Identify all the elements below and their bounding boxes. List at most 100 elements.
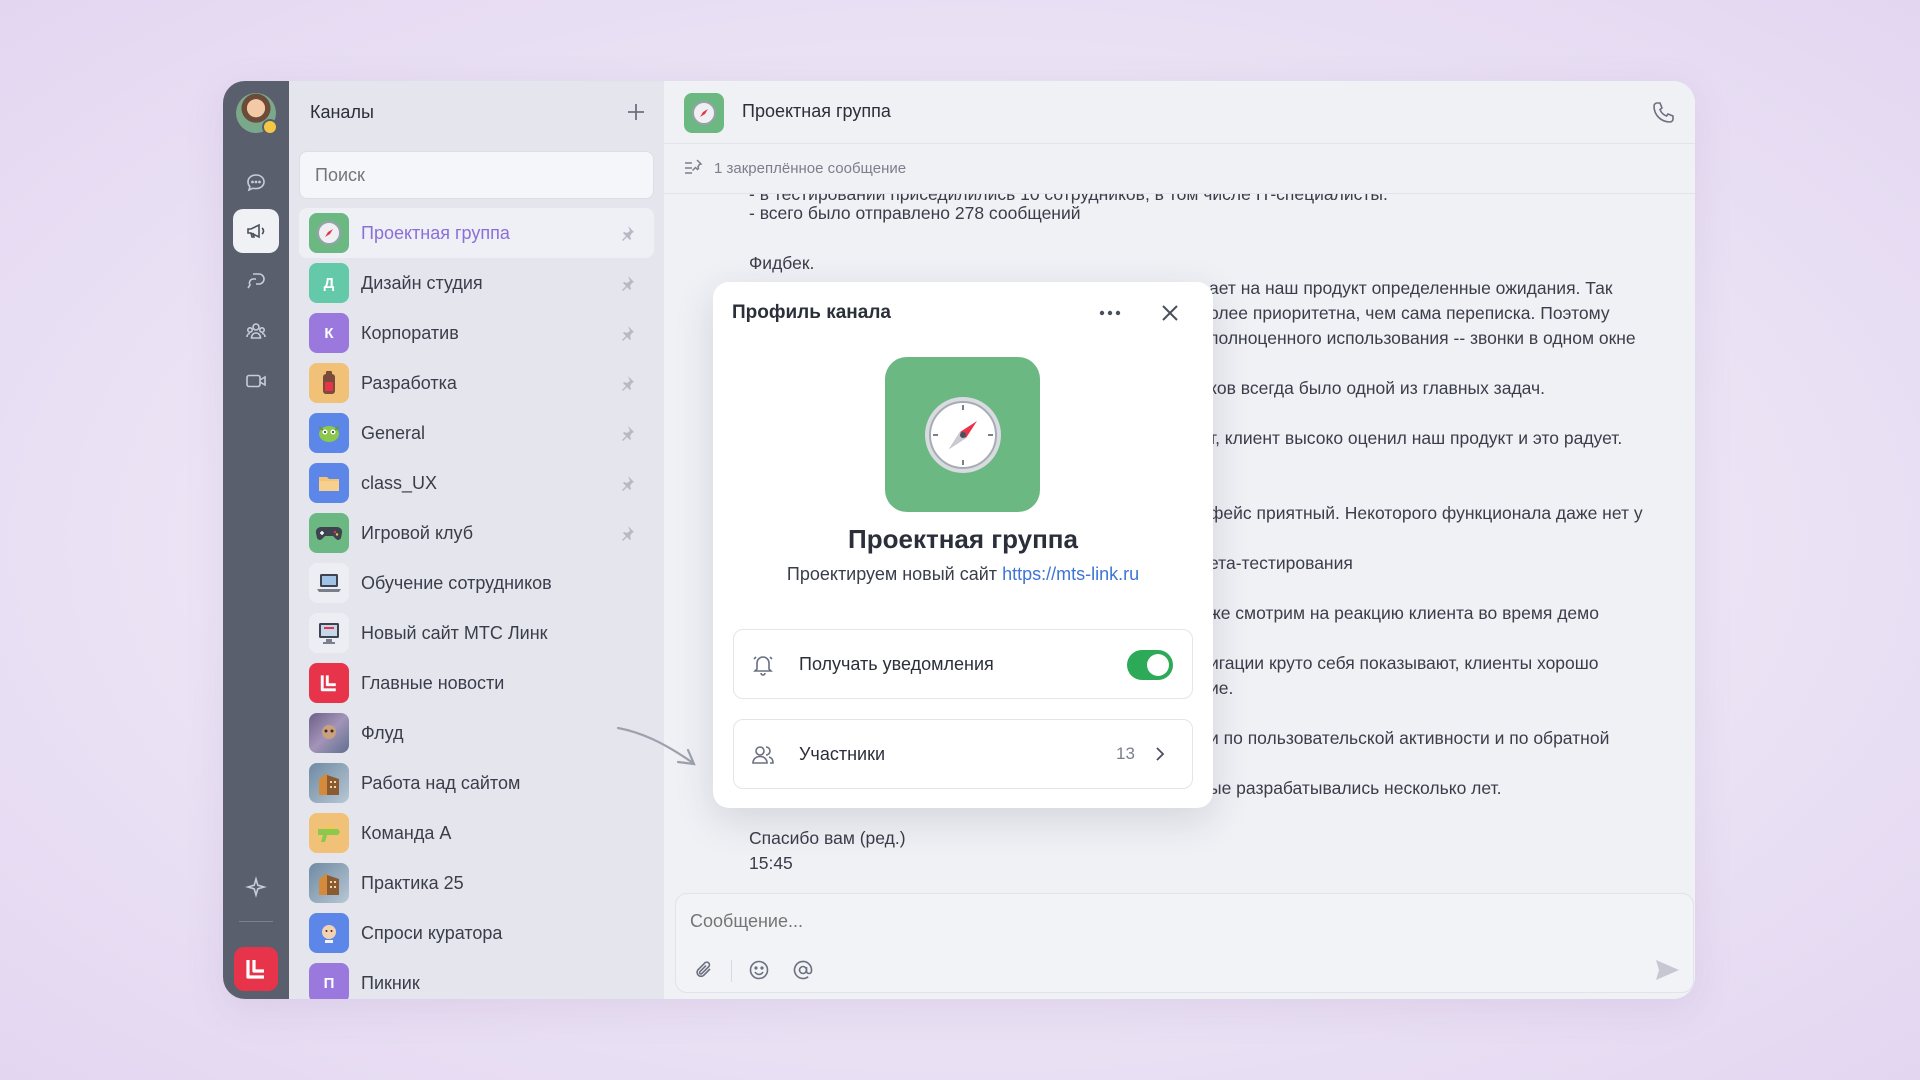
contacts-nav-button[interactable] <box>233 309 279 353</box>
pin-icon <box>622 326 634 341</box>
compass-icon <box>924 396 1001 473</box>
bell-icon <box>753 656 773 676</box>
channels-nav-button[interactable] <box>233 209 279 253</box>
channel-name: Спроси куратора <box>361 922 503 943</box>
pin-icon <box>622 476 634 491</box>
channel-name: Новый сайт МТС Линк <box>361 622 548 643</box>
channel-name: Команда А <box>361 822 452 843</box>
channel-name: Игровой клуб <box>361 522 474 543</box>
channel-item[interactable]: Флуд <box>299 708 654 758</box>
message-line: т, клиент высоко оценил наш продукт и эт… <box>1209 428 1623 448</box>
monster-icon <box>309 413 349 453</box>
meetings-nav-button[interactable] <box>233 359 279 403</box>
pin-icon <box>622 426 634 441</box>
message-line: олее приоритетна, чем сама переписка. По… <box>1209 303 1610 323</box>
channel-name: Работа над сайтом <box>361 772 521 793</box>
mention-button[interactable] <box>789 956 817 984</box>
message-line: ые разрабатывались несколько лет. <box>1209 778 1502 798</box>
threads-nav-button[interactable] <box>233 259 279 303</box>
pin-icon <box>622 276 634 291</box>
attach-button[interactable] <box>690 956 718 984</box>
ai-assistant-button[interactable] <box>233 866 279 910</box>
pinned-message-bar[interactable]: 1 закреплённое сообщение <box>682 157 906 179</box>
channel-item[interactable]: Спроси куратора <box>299 908 654 958</box>
channel-item[interactable]: class_UX <box>299 458 654 508</box>
message-line: Спасибо вам (ред.) <box>749 828 906 848</box>
mts-link-logo[interactable] <box>234 947 278 991</box>
channel-name: Разработка <box>361 372 457 393</box>
gamepad-icon <box>309 513 349 553</box>
members-icon <box>752 746 774 764</box>
more-horizontal-icon <box>1099 310 1121 316</box>
building-icon <box>309 763 349 803</box>
notifications-row[interactable]: Получать уведомления <box>733 629 1193 699</box>
channels-panel: Каналы Проектная группа Д Дизайн студия … <box>289 81 664 999</box>
rail-divider <box>239 921 273 922</box>
channel-name: Проектная группа <box>361 222 510 243</box>
channel-item[interactable]: Главные новости <box>299 658 654 708</box>
message-time: 15:45 <box>749 853 793 873</box>
close-icon <box>1162 305 1178 321</box>
toggle-knob <box>1147 654 1169 676</box>
compass-icon <box>309 213 349 253</box>
pinned-message-label: 1 закреплённое сообщение <box>714 159 907 177</box>
channel-item[interactable]: Д Дизайн студия <box>299 258 654 308</box>
message-composer <box>675 893 1694 993</box>
toolbar-separator <box>731 960 732 982</box>
baby-icon <box>309 913 349 953</box>
sparkle-icon <box>245 876 267 898</box>
mts-link-icon <box>309 663 349 703</box>
channel-item[interactable]: Проектная группа <box>299 208 654 258</box>
channel-item[interactable]: Практика 25 <box>299 858 654 908</box>
notifications-toggle[interactable] <box>1127 650 1173 680</box>
modal-title: Профиль канала <box>732 302 891 323</box>
members-row[interactable]: Участники 13 <box>733 719 1193 789</box>
channel-name: Дизайн студия <box>361 272 483 293</box>
channel-link[interactable]: https://mts-link.ru <box>1002 564 1139 584</box>
channel-name: Флуд <box>361 722 404 743</box>
message-line: же смотрим на реакцию клиента во время д… <box>1209 603 1599 623</box>
channel-item[interactable]: General <box>299 408 654 458</box>
add-channel-button[interactable] <box>621 97 651 127</box>
threads-icon <box>247 273 265 289</box>
channel-item[interactable]: Новый сайт МТС Линк <box>299 608 654 658</box>
phone-icon[interactable] <box>1649 99 1677 127</box>
chat-title[interactable]: Проектная группа <box>742 101 891 122</box>
channel-item[interactable]: Разработка <box>299 358 654 408</box>
channel-list: Проектная группа Д Дизайн студия К Корпо… <box>299 208 654 999</box>
channel-profile-modal: Профиль канала Проектная группа Проектир… <box>713 282 1213 808</box>
channel-name: Практика 25 <box>361 872 464 893</box>
plus-icon <box>628 104 644 120</box>
channel-item[interactable]: Игровой клуб <box>299 508 654 558</box>
hint-arrow-icon <box>616 726 696 766</box>
send-icon[interactable] <box>1651 954 1683 986</box>
message-input[interactable] <box>690 906 1590 936</box>
letter-avatar: Д <box>309 263 349 303</box>
channels-title: Каналы <box>310 102 374 122</box>
channel-item[interactable]: Обучение сотрудников <box>299 558 654 608</box>
channel-name: General <box>361 422 426 443</box>
chat-header: Проектная группа <box>664 81 1695 144</box>
channel-item[interactable]: К Корпоратив <box>299 308 654 358</box>
chats-nav-button[interactable] <box>233 161 279 205</box>
channel-item[interactable]: Команда А <box>299 808 654 858</box>
folder-icon <box>309 463 349 503</box>
message-line: ает на наш продукт определенные ожидания… <box>1209 278 1613 298</box>
channel-item[interactable]: Работа над сайтом <box>299 758 654 808</box>
close-modal-button[interactable] <box>1153 296 1187 330</box>
monitor-icon <box>309 613 349 653</box>
pin-icon <box>622 376 634 391</box>
emoji-button[interactable] <box>745 956 773 984</box>
search-input[interactable] <box>299 151 654 199</box>
pin-icon <box>622 526 634 541</box>
photo-icon <box>309 713 349 753</box>
channel-name: Корпоратив <box>361 322 459 343</box>
channel-item[interactable]: П Пикник <box>299 958 654 999</box>
message-line: ков всегда было одной из главных задач. <box>1209 378 1545 398</box>
more-options-button[interactable] <box>1093 296 1127 330</box>
pin-icon <box>622 226 634 241</box>
message-line: ета-тестирования <box>1209 553 1353 573</box>
compass-icon[interactable] <box>684 93 724 133</box>
laptop-icon <box>309 563 349 603</box>
video-camera-icon <box>246 374 266 388</box>
